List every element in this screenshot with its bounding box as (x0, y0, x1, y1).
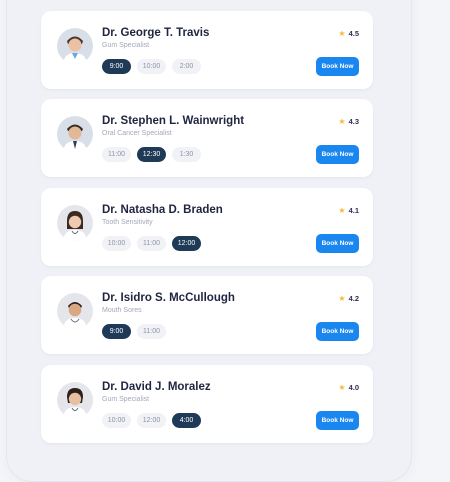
time-slots: 9:00 11:00 (102, 324, 166, 339)
time-slot-selected[interactable]: 12:00 (172, 236, 201, 251)
rating-value: 4.0 (348, 383, 359, 392)
doctor-card[interactable]: Dr. Natasha D. Braden Tooth Sensitivity … (41, 188, 373, 266)
time-slot[interactable]: 10:00 (102, 413, 131, 428)
rating-value: 4.5 (348, 29, 359, 38)
doctor-avatar-icon (57, 28, 93, 64)
doctor-avatar-icon (57, 205, 93, 241)
rating-badge: ★ 4.3 (338, 117, 359, 126)
star-icon: ★ (338, 294, 346, 303)
doctor-name: Dr. Stephen L. Wainwright (102, 115, 245, 127)
time-slot[interactable]: 11:00 (137, 324, 166, 339)
time-slot-selected[interactable]: 9:00 (102, 324, 131, 339)
time-slot[interactable]: 11:00 (137, 236, 166, 251)
doctor-specialty: Oral Cancer Specialist (102, 130, 172, 137)
doctor-name: Dr. George T. Travis (102, 27, 210, 39)
time-slots: 11:00 12:30 1:30 (102, 147, 201, 162)
doctor-name: Dr. David J. Moralez (102, 381, 211, 393)
rating-value: 4.2 (348, 294, 359, 303)
book-now-button[interactable]: Book Now (316, 57, 359, 76)
doctor-specialty: Mouth Sores (102, 307, 142, 314)
time-slot-selected[interactable]: 12:30 (137, 147, 166, 162)
star-icon: ★ (338, 117, 346, 126)
time-slot[interactable]: 10:00 (102, 236, 131, 251)
rating-badge: ★ 4.0 (338, 383, 359, 392)
doctor-name: Dr. Isidro S. McCullough (102, 292, 235, 304)
time-slot-selected[interactable]: 9:00 (102, 59, 131, 74)
doctor-avatar-icon (57, 382, 93, 418)
doctor-specialty: Gum Specialist (102, 42, 150, 49)
star-icon: ★ (338, 29, 346, 38)
doctor-avatar-icon (57, 293, 93, 329)
time-slot[interactable]: 10:00 (137, 59, 166, 74)
doctor-card[interactable]: Dr. Stephen L. Wainwright Oral Cancer Sp… (41, 99, 373, 177)
doctor-card[interactable]: Dr. Isidro S. McCullough Mouth Sores ★ 4.… (41, 276, 373, 354)
time-slot[interactable]: 11:00 (102, 147, 131, 162)
time-slot[interactable]: 1:30 (172, 147, 201, 162)
time-slot[interactable]: 12:00 (137, 413, 166, 428)
rating-value: 4.1 (348, 206, 359, 215)
book-now-button[interactable]: Book Now (316, 234, 359, 253)
time-slots: 9:00 10:00 2:00 (102, 59, 201, 74)
rating-badge: ★ 4.1 (338, 206, 359, 215)
doctor-specialty: Tooth Sensitivity (102, 219, 153, 226)
rating-value: 4.3 (348, 117, 359, 126)
doctor-card[interactable]: Dr. David J. Moralez Gum Specialist ★ 4.0… (41, 365, 373, 443)
rating-badge: ★ 4.2 (338, 294, 359, 303)
time-slot-selected[interactable]: 4:00 (172, 413, 201, 428)
book-now-button[interactable]: Book Now (316, 145, 359, 164)
doctor-avatar-icon (57, 116, 93, 152)
time-slots: 10:00 11:00 12:00 (102, 236, 201, 251)
doctor-name: Dr. Natasha D. Braden (102, 204, 223, 216)
rating-badge: ★ 4.5 (338, 29, 359, 38)
star-icon: ★ (338, 383, 346, 392)
time-slots: 10:00 12:00 4:00 (102, 413, 201, 428)
book-now-button[interactable]: Book Now (316, 411, 359, 430)
doctor-specialty: Gum Specialist (102, 396, 150, 403)
star-icon: ★ (338, 206, 346, 215)
book-now-button[interactable]: Book Now (316, 322, 359, 341)
time-slot[interactable]: 2:00 (172, 59, 201, 74)
doctor-card[interactable]: Dr. George T. Travis Gum Specialist ★ 4.5… (41, 11, 373, 89)
